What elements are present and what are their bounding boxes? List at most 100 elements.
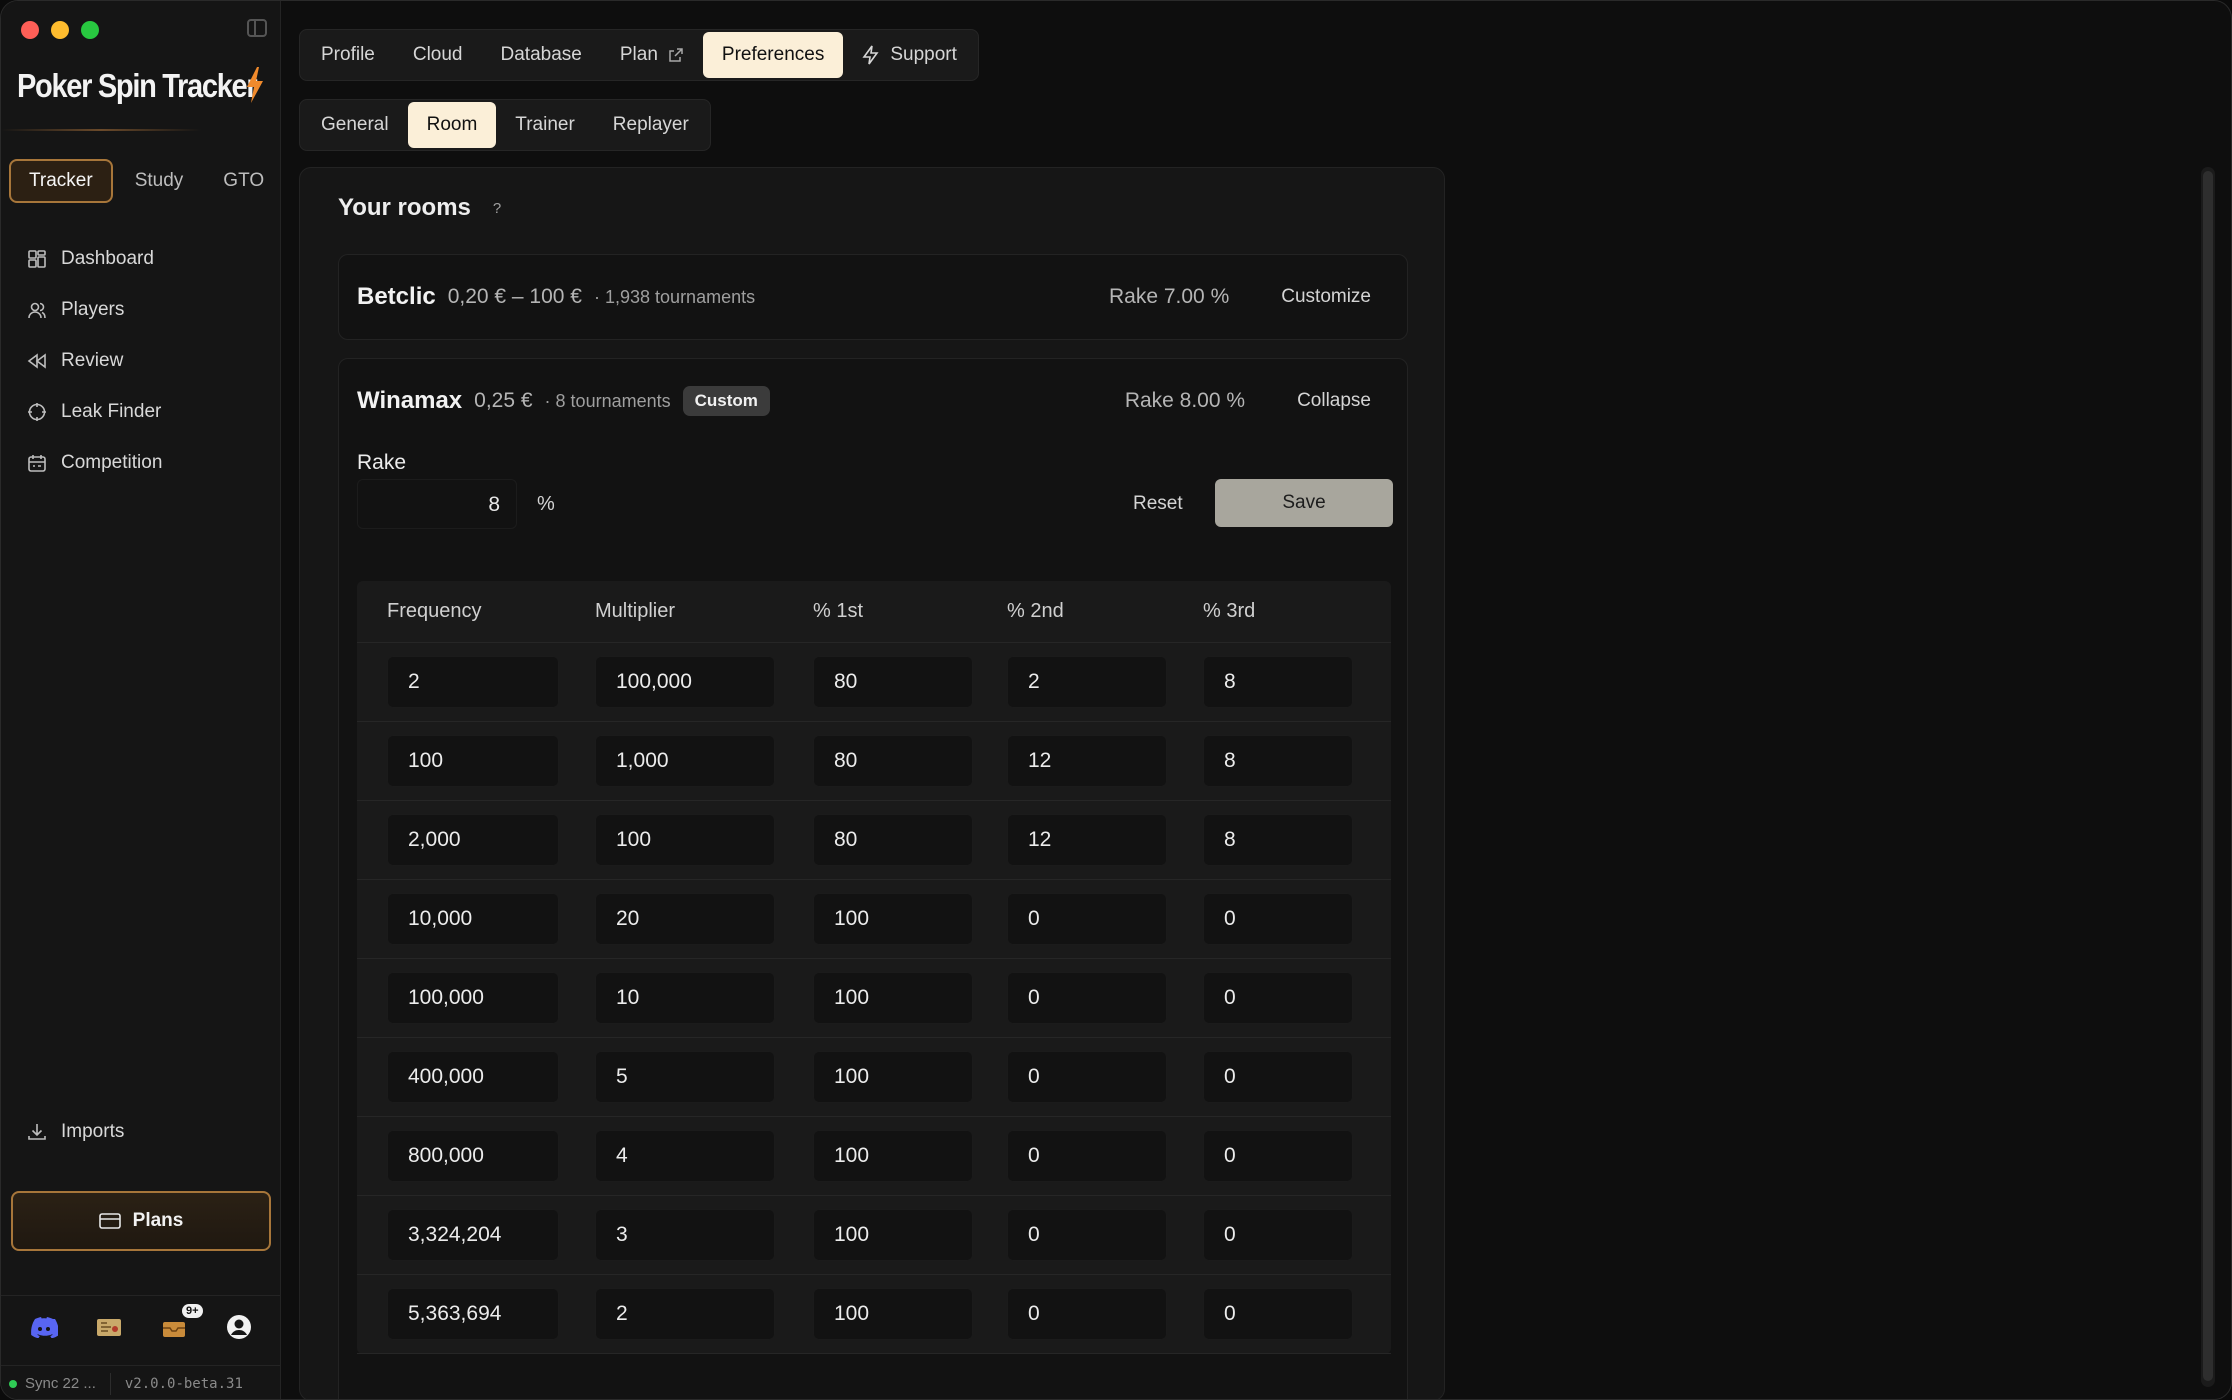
help-icon[interactable]: ?	[493, 200, 501, 217]
map-icon[interactable]	[94, 1312, 124, 1342]
frequency-input[interactable]: 5,363,694	[387, 1288, 559, 1340]
customize-button[interactable]: Customize	[1263, 286, 1389, 308]
tab-cloud[interactable]: Cloud	[394, 32, 482, 78]
app-window: Poker Spin Tracker Tracker Study GTO Das…	[0, 0, 2232, 1400]
credit-card-icon	[98, 1213, 121, 1229]
room-name: Betclic	[357, 283, 436, 310]
sidebar-item-dashboard[interactable]: Dashboard	[17, 233, 267, 284]
pct-1st-input[interactable]: 100	[813, 1288, 973, 1340]
tab-profile[interactable]: Profile	[302, 32, 394, 78]
scrollbar[interactable]	[2201, 167, 2215, 1387]
mode-tab-tracker[interactable]: Tracker	[9, 159, 113, 203]
multiplier-input[interactable]: 2	[595, 1288, 775, 1340]
pct-3rd-input[interactable]: 0	[1203, 893, 1353, 945]
frequency-input[interactable]: 100,000	[387, 972, 559, 1024]
pct-2nd-input[interactable]: 2	[1007, 656, 1167, 708]
frequency-input[interactable]: 800,000	[387, 1130, 559, 1182]
multiplier-input[interactable]: 10	[595, 972, 775, 1024]
pct-2nd-input[interactable]: 0	[1007, 1288, 1167, 1340]
pct-3rd-input[interactable]: 0	[1203, 1051, 1353, 1103]
header-frequency: Frequency	[387, 600, 482, 622]
pct-3rd-input[interactable]: 0	[1203, 1288, 1353, 1340]
sidebar-item-label: Competition	[61, 451, 163, 473]
pct-2nd-input[interactable]: 12	[1007, 735, 1167, 787]
frequency-input[interactable]: 100	[387, 735, 559, 787]
sidebar-item-competition[interactable]: Competition	[17, 437, 267, 488]
multiplier-input[interactable]: 5	[595, 1051, 775, 1103]
pct-3rd-input[interactable]: 0	[1203, 972, 1353, 1024]
subtab-trainer[interactable]: Trainer	[496, 102, 593, 148]
minimize-window-button[interactable]	[51, 21, 69, 39]
pct-3rd-input[interactable]: 8	[1203, 656, 1353, 708]
pct-2nd-input[interactable]: 12	[1007, 814, 1167, 866]
tab-plan[interactable]: Plan	[601, 32, 703, 78]
zoom-window-button[interactable]	[81, 21, 99, 39]
subtab-room[interactable]: Room	[407, 102, 497, 148]
frequency-input[interactable]: 2,000	[387, 814, 559, 866]
sidebar: Poker Spin Tracker Tracker Study GTO Das…	[1, 1, 282, 1399]
pct-1st-input[interactable]: 80	[813, 656, 973, 708]
pct-1st-input[interactable]: 100	[813, 972, 973, 1024]
frequency-input[interactable]: 2	[387, 656, 559, 708]
sidebar-item-leak-finder[interactable]: Leak Finder	[17, 386, 267, 437]
pct-2nd-input[interactable]: 0	[1007, 972, 1167, 1024]
pct-2nd-input[interactable]: 0	[1007, 893, 1167, 945]
multiplier-input[interactable]: 20	[595, 893, 775, 945]
custom-badge: Custom	[682, 386, 770, 416]
notification-badge: 9+	[181, 1304, 203, 1318]
scrollbar-thumb[interactable]	[2203, 171, 2213, 1381]
discord-icon[interactable]	[29, 1312, 59, 1342]
tab-preferences[interactable]: Preferences	[702, 32, 844, 78]
pct-2nd-input[interactable]: 0	[1007, 1051, 1167, 1103]
frequency-input[interactable]: 10,000	[387, 893, 559, 945]
sidebar-item-imports[interactable]: Imports	[27, 1121, 124, 1143]
brand-logo: Poker Spin Tracker	[17, 67, 289, 105]
pct-2nd-input[interactable]: 0	[1007, 1130, 1167, 1182]
multiplier-input[interactable]: 1,000	[595, 735, 775, 787]
tab-label: Cloud	[412, 44, 463, 65]
inbox-icon[interactable]: 9+	[159, 1304, 203, 1342]
multiplier-input[interactable]: 4	[595, 1130, 775, 1182]
mode-tab-study[interactable]: Study	[117, 159, 202, 203]
subtab-replayer[interactable]: Replayer	[594, 102, 708, 148]
pct-1st-input[interactable]: 100	[813, 1209, 973, 1261]
multiplier-input[interactable]: 3	[595, 1209, 775, 1261]
mode-tab-gto[interactable]: GTO	[205, 159, 282, 203]
plans-button[interactable]: Plans	[11, 1191, 271, 1251]
sidebar-item-players[interactable]: Players	[17, 284, 267, 335]
tab-label: Preferences	[721, 44, 825, 65]
sidebar-item-label: Leak Finder	[61, 400, 162, 422]
collapse-button[interactable]: Collapse	[1279, 390, 1389, 412]
main-tabs: Profile Cloud Database Plan Preferences …	[299, 29, 979, 81]
room-tournament-count: · 8 tournaments	[544, 390, 671, 411]
reset-button[interactable]: Reset	[1133, 493, 1183, 515]
pct-2nd-input[interactable]: 0	[1007, 1209, 1167, 1261]
sidebar-item-label: Review	[61, 349, 124, 371]
status-bar: Sync 22 ... v2.0.0-beta.31	[1, 1365, 281, 1399]
pct-3rd-input[interactable]: 0	[1203, 1209, 1353, 1261]
save-button[interactable]: Save	[1215, 479, 1393, 527]
frequency-input[interactable]: 400,000	[387, 1051, 559, 1103]
account-icon[interactable]	[224, 1312, 254, 1342]
multiplier-input[interactable]: 100,000	[595, 656, 775, 708]
tab-support[interactable]: Support	[843, 32, 976, 78]
pct-1st-input[interactable]: 100	[813, 1130, 973, 1182]
pct-3rd-input[interactable]: 8	[1203, 814, 1353, 866]
pct-3rd-input[interactable]: 8	[1203, 735, 1353, 787]
sidebar-item-review[interactable]: Review	[17, 335, 267, 386]
sidebar-toggle-icon[interactable]	[247, 19, 267, 37]
bottom-icon-bar: 9+	[1, 1295, 281, 1365]
table-row: 2 100,000 80 2 8	[357, 643, 1391, 722]
close-window-button[interactable]	[21, 21, 39, 39]
pct-1st-input[interactable]: 80	[813, 735, 973, 787]
pct-3rd-input[interactable]: 0	[1203, 1130, 1353, 1182]
multiplier-input[interactable]: 100	[595, 814, 775, 866]
pct-1st-input[interactable]: 80	[813, 814, 973, 866]
tab-database[interactable]: Database	[482, 32, 601, 78]
pct-1st-input[interactable]: 100	[813, 893, 973, 945]
pct-1st-input[interactable]: 100	[813, 1051, 973, 1103]
room-name: Winamax	[357, 387, 463, 414]
subtab-general[interactable]: General	[302, 102, 408, 148]
rake-input[interactable]: 8	[357, 479, 517, 529]
frequency-input[interactable]: 3,324,204	[387, 1209, 559, 1261]
